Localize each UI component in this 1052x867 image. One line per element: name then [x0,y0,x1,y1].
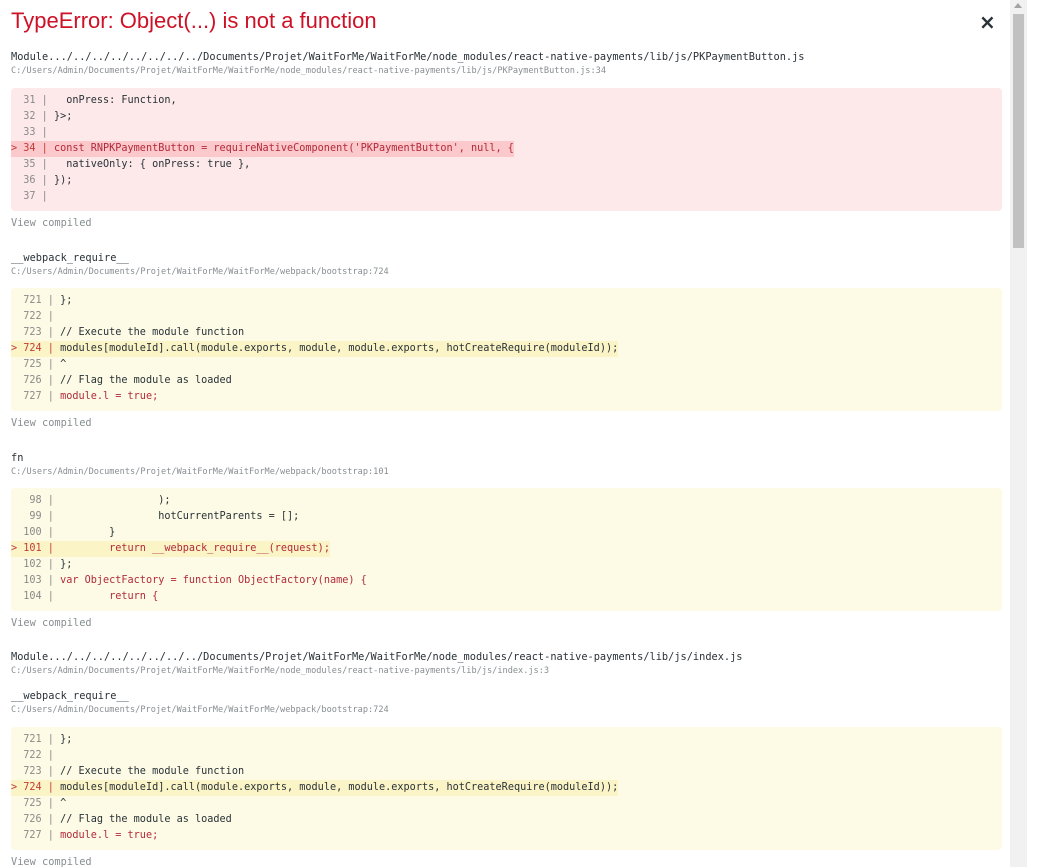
frame-function-name: Module.../../../../../../../../Documents… [11,651,743,663]
code-line: 722 | [11,311,61,322]
code-line: 104 | return { [11,591,159,602]
code-line: 98 | ); [11,495,171,506]
view-compiled-link[interactable]: View compiled [11,217,92,229]
code-line-highlighted: > 724 | modules[moduleId].call(module.ex… [11,780,619,796]
code-line: 33 | [11,127,54,138]
code-line: 37 | [11,191,54,202]
stack-frame: __webpack_require__ C:/Users/Admin/Docum… [11,251,1003,278]
frame-location: C:/Users/Admin/Documents/Projet/WaitForM… [11,66,606,76]
code-block: 31 | onPress: Function, 32 | }>; 33 | > … [11,88,1002,211]
frame-location: C:/Users/Admin/Documents/Projet/WaitForM… [11,467,389,477]
code-line: 35 | nativeOnly: { onPress: true }, [11,159,251,170]
frame-function-name: __webpack_require__ [11,252,129,264]
code-line: 722 | [11,750,61,761]
code-line: 103 | var ObjectFactory = function Objec… [11,575,367,586]
stack-frame: fn C:/Users/Admin/Documents/Projet/WaitF… [11,451,1003,478]
frame-location: C:/Users/Admin/Documents/Projet/WaitForM… [11,705,389,715]
scrollbar-thumb[interactable] [1013,14,1024,248]
code-line: 727 | module.l = true; [11,391,159,402]
code-line: 727 | module.l = true; [11,830,159,841]
stack-frame: __webpack_require__ C:/Users/Admin/Docum… [11,689,1003,716]
code-line: 723 | // Execute the module function [11,766,245,777]
frame-function-name: Module.../../../../../../../../Documents… [11,51,805,63]
frame-function-name: __webpack_require__ [11,690,129,702]
code-line: 721 | }; [11,734,73,745]
scroll-up-arrow-icon[interactable] [1014,3,1022,8]
frame-location: C:/Users/Admin/Documents/Projet/WaitForM… [11,267,389,277]
code-line: 725 | ^ [11,359,67,370]
code-line-highlighted: > 101 | return __webpack_require__(reque… [11,541,330,557]
scrollbar[interactable] [1010,0,1027,867]
code-line: 726 | // Flag the module as loaded [11,375,232,386]
close-icon[interactable]: × [979,10,996,34]
code-line: 100 | } [11,527,116,538]
code-line: 102 | }; [11,559,73,570]
stack-frame: Module.../../../../../../../../Documents… [11,50,1003,77]
code-block: 721 | }; 722 | 723 | // Execute the modu… [11,288,1002,411]
code-line: 726 | // Flag the module as loaded [11,814,232,825]
view-compiled-link[interactable]: View compiled [11,417,92,429]
code-line: 36 | }); [11,175,73,186]
code-line: 32 | }>; [11,111,73,122]
code-line-highlighted: > 34 | const RNPKPaymentButton = require… [11,141,514,157]
code-line: 31 | onPress: Function, [11,95,177,106]
frame-location: C:/Users/Admin/Documents/Projet/WaitForM… [11,666,550,676]
code-line: 723 | // Execute the module function [11,327,245,338]
stack-frame: Module.../../../../../../../../Documents… [11,650,1003,677]
code-line: 721 | }; [11,295,73,306]
code-line-highlighted: > 724 | modules[moduleId].call(module.ex… [11,341,619,357]
code-line: 99 | hotCurrentParents = []; [11,511,300,522]
code-block: 98 | ); 99 | hotCurrentParents = []; 100… [11,488,1002,611]
frame-function-name: fn [11,452,24,464]
code-line: 725 | ^ [11,798,67,809]
view-compiled-link[interactable]: View compiled [11,617,92,629]
error-overlay: TypeError: Object(...) is not a function… [0,0,1010,867]
view-compiled-link[interactable]: View compiled [11,856,92,867]
error-title: TypeError: Object(...) is not a function [11,8,377,33]
code-block: 721 | }; 722 | 723 | // Execute the modu… [11,727,1002,850]
